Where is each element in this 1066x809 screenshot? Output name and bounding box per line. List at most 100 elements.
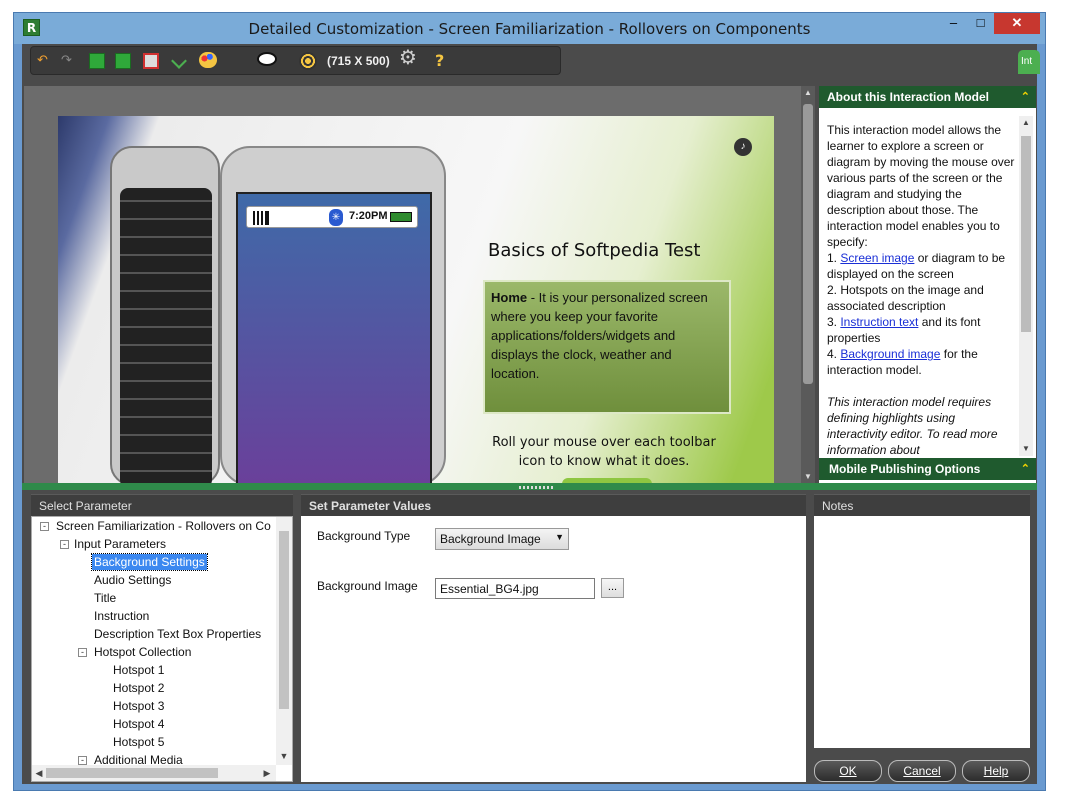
tree-item-hotspot[interactable]: Hotspot 5 (113, 734, 164, 750)
about-panel-header[interactable]: About this Interaction Model ⌃ (819, 86, 1036, 108)
browse-button[interactable]: ... (601, 578, 624, 598)
preview-icon[interactable] (257, 52, 277, 66)
mobile-publishing-title: Mobile Publishing Options (829, 462, 981, 476)
close-button[interactable]: ✕ (994, 13, 1040, 34)
preview-stage-container: ✳ 7:20PM ♪ Basics of Softpedia Test Home… (24, 86, 801, 484)
tree-item-hotspot[interactable]: Hotspot 2 (113, 680, 164, 696)
save-icon[interactable] (89, 53, 105, 69)
list-number: 4. (827, 347, 841, 361)
collapse-icon[interactable]: - (40, 522, 49, 531)
delete-icon[interactable] (143, 53, 159, 69)
tree-item-hotspot[interactable]: Hotspot 4 (113, 716, 164, 732)
scroll-down-icon[interactable]: ▼ (277, 749, 291, 763)
scroll-down-icon[interactable]: ▼ (1019, 442, 1033, 456)
preview-stage: ✳ 7:20PM ♪ Basics of Softpedia Test Home… (58, 116, 774, 484)
bluetooth-icon: ✳ (329, 209, 343, 226)
settings-icon[interactable]: ⚙ (399, 47, 417, 67)
help-icon[interactable]: ? (435, 51, 444, 71)
about-intro: This interaction model allows the learne… (827, 123, 1015, 249)
stage-scroll-thumb[interactable] (803, 104, 813, 384)
stage-scrollbar[interactable]: ▲ ▼ (801, 86, 815, 484)
phone-status-bar: ✳ 7:20PM (246, 206, 418, 228)
background-image-link[interactable]: Background image (840, 347, 940, 361)
redo-icon[interactable]: ↷ (61, 51, 72, 71)
resolution-label: (715 X 500) (327, 54, 390, 68)
maximize-button[interactable]: □ (967, 13, 994, 34)
tree-vertical-scrollbar[interactable]: ▼ (276, 517, 292, 765)
spellcheck-icon[interactable] (171, 53, 187, 69)
status-time: 7:20PM (349, 210, 388, 222)
tree-item-instruction[interactable]: Instruction (94, 608, 149, 624)
target-icon[interactable] (299, 52, 317, 70)
battery-icon (390, 212, 412, 222)
tree-root[interactable]: Screen Familiarization - Rollovers on Co (56, 518, 271, 534)
undo-icon[interactable]: ↶ (37, 51, 48, 71)
background-image-label: Background Image (317, 579, 418, 593)
signal-icon (253, 211, 269, 225)
about-panel-title: About this Interaction Model (827, 90, 989, 104)
parameter-values-panel: Background Type Background Image ▼ Backg… (301, 516, 806, 782)
screen-image-link[interactable]: Screen image (840, 251, 914, 265)
about-panel: About this Interaction Model ⌃ This inte… (819, 86, 1036, 484)
about-scrollbar[interactable]: ▲ ▼ (1019, 116, 1033, 456)
list-item-2: 2. Hotspots on the image and associated … (827, 283, 984, 313)
background-image-field[interactable]: Essential_BG4.jpg (435, 578, 595, 599)
collapse-chevron-icon[interactable]: ⌃ (1021, 90, 1030, 103)
set-parameter-header: Set Parameter Values (301, 494, 806, 516)
parameter-tree: - Screen Familiarization - Rollovers on … (31, 516, 293, 782)
tree-item-hotspot[interactable]: Hotspot 3 (113, 698, 164, 714)
save-all-icon[interactable] (115, 53, 131, 69)
notes-area[interactable] (814, 516, 1030, 748)
mobile-publishing-header[interactable]: Mobile Publishing Options ⌃ (819, 458, 1036, 480)
phone-screen-image: ✳ 7:20PM (220, 146, 446, 484)
about-scroll-thumb[interactable] (1021, 136, 1031, 332)
title-bar[interactable]: R Detailed Customization - Screen Famili… (14, 13, 1045, 44)
cancel-button[interactable]: Cancel (888, 760, 956, 782)
window-title: Detailed Customization - Screen Familiar… (248, 20, 811, 38)
speaker-icon[interactable]: ♪ (734, 138, 752, 156)
collapse-chevron-icon[interactable]: ⌃ (1021, 462, 1030, 475)
background-type-select[interactable]: Background Image ▼ (435, 528, 569, 550)
tree-item-title[interactable]: Title (94, 590, 116, 606)
tree-item-background-settings[interactable]: Background Settings (91, 553, 208, 571)
description-box: Home - It is your personalized screen wh… (483, 280, 731, 414)
tree-horizontal-scrollbar[interactable]: ◀ ▶ (32, 765, 276, 781)
scroll-down-icon[interactable]: ▼ (801, 470, 815, 484)
collapse-icon[interactable]: - (60, 540, 69, 549)
about-description: This interaction model allows the learne… (827, 122, 1017, 454)
notes-header: Notes (814, 494, 1030, 516)
tree-input-parameters[interactable]: Input Parameters (74, 536, 166, 552)
toolbar: ↶ ↷ (715 X 500) ⚙ ? (30, 46, 561, 75)
tree-item-hotspot[interactable]: Hotspot 1 (113, 662, 164, 678)
about-note: This interaction model requires defining… (827, 395, 998, 454)
chevron-down-icon: ▼ (555, 532, 564, 542)
background-type-label: Background Type (317, 529, 411, 543)
tree-item-audio-settings[interactable]: Audio Settings (94, 572, 171, 588)
phone-display: ✳ 7:20PM (236, 192, 432, 484)
tree-scroll-thumb[interactable] (279, 531, 289, 709)
tree-hotspot-collection[interactable]: Hotspot Collection (94, 644, 191, 660)
scroll-right-icon[interactable]: ▶ (260, 766, 274, 780)
keyboard-keys (120, 188, 212, 484)
scroll-up-icon[interactable]: ▲ (1019, 116, 1033, 130)
help-button[interactable]: Help (962, 760, 1030, 782)
collapse-icon[interactable]: - (78, 756, 87, 765)
phone-keyboard-image (110, 146, 220, 484)
application-window: R Detailed Customization - Screen Famili… (13, 12, 1046, 791)
splitter-grip-icon[interactable] (519, 486, 553, 489)
stage-heading: Basics of Softpedia Test (488, 240, 701, 261)
scroll-left-icon[interactable]: ◀ (32, 766, 46, 780)
theme-icon[interactable] (199, 52, 217, 68)
instruction-text: Roll your mouse over each toolbar icon t… (492, 435, 716, 469)
minimize-button[interactable]: – (940, 13, 967, 34)
list-number: 1. (827, 251, 841, 265)
side-tab[interactable]: Int (1018, 50, 1040, 74)
tree-item-description-box[interactable]: Description Text Box Properties (94, 626, 261, 642)
collapse-icon[interactable]: - (78, 648, 87, 657)
ok-button[interactable]: OK (814, 760, 882, 782)
background-type-value: Background Image (440, 532, 541, 546)
scroll-up-icon[interactable]: ▲ (801, 86, 815, 100)
description-title: Home (491, 290, 528, 305)
tree-hscroll-thumb[interactable] (46, 768, 218, 778)
instruction-text-link[interactable]: Instruction text (840, 315, 918, 329)
